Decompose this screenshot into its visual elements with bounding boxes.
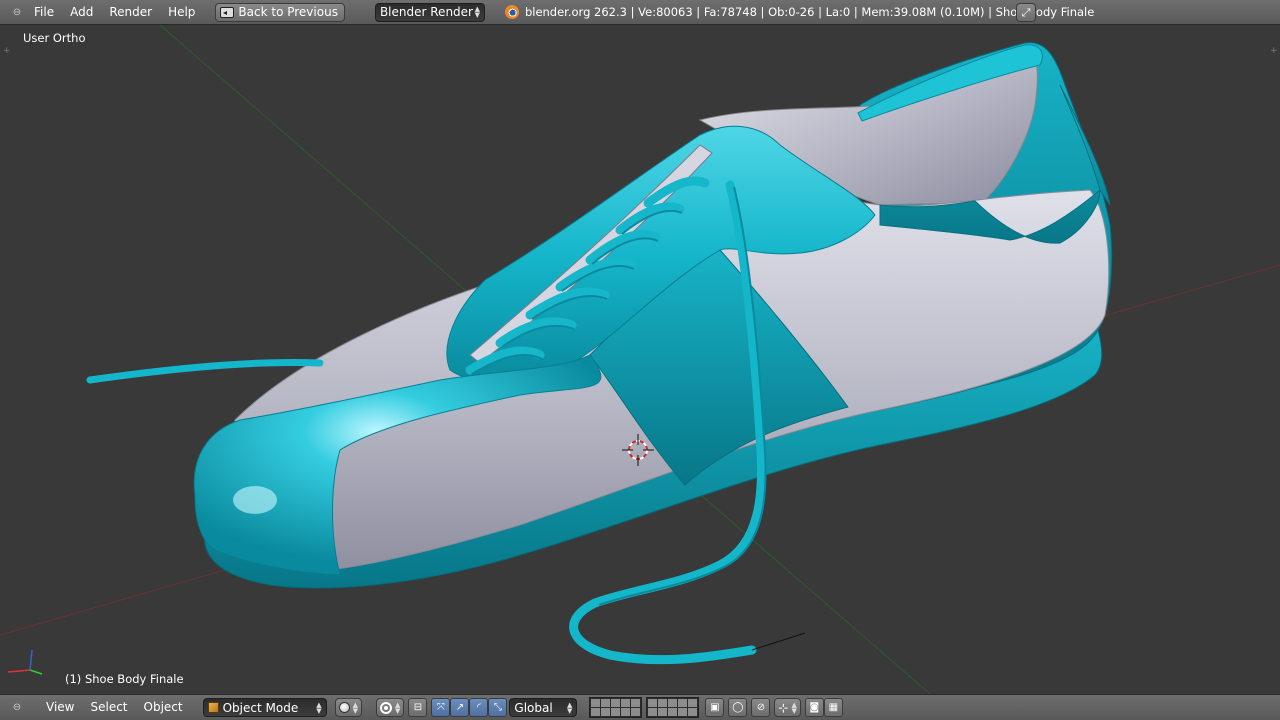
info-header: ⊖ File Add Render Help Back to Previous … (0, 0, 1280, 25)
layer-button[interactable] (678, 699, 688, 707)
proportional-edit-button[interactable]: ◯ (728, 698, 748, 717)
layers-grid-1[interactable] (589, 697, 643, 718)
menu-add[interactable]: Add (62, 0, 101, 25)
menu-render[interactable]: Render (101, 0, 160, 25)
snap-element-icon: ⊹ (778, 700, 789, 715)
layer-button[interactable] (658, 699, 668, 707)
lace-end-line (751, 632, 806, 651)
manipulator-icon: ⤧ (436, 702, 445, 713)
corner-split-icon[interactable]: + (3, 47, 11, 56)
transform-orientation-value: Global (514, 700, 553, 715)
back-to-previous-button[interactable]: Back to Previous (215, 2, 345, 22)
layer-button[interactable] (648, 699, 658, 707)
proportional-toggle-button[interactable]: ⊟ (408, 698, 428, 717)
loose-lace-left (86, 358, 324, 384)
manipulator-toggle-button[interactable]: ⤧ (431, 698, 451, 717)
layer-button[interactable] (648, 708, 658, 716)
blender-logo-icon (504, 5, 519, 19)
scale-icon: ⤡ (493, 702, 502, 713)
render-engine-select[interactable]: Blender Render ▲ ▼ (374, 2, 485, 22)
camera-icon: ◙ (809, 702, 820, 713)
rotate-arc-icon: ◜ (476, 702, 481, 713)
solid-shading-icon (338, 702, 350, 713)
proportional-circle-icon: ◯ (732, 702, 744, 713)
opengl-animation-button[interactable]: ▦ (823, 698, 843, 717)
object-cube-icon (207, 702, 219, 713)
updown-arrows-icon: ▲ ▼ (474, 5, 480, 19)
layer-button[interactable] (621, 708, 631, 716)
snap-magnet-icon: ⊘ (756, 702, 766, 713)
layer-button[interactable] (631, 708, 641, 716)
fullscreen-button[interactable]: ⤢ (1016, 3, 1036, 22)
menu-view[interactable]: View (38, 695, 82, 720)
axis-gizmo-icon (7, 649, 43, 675)
snap-element-select[interactable]: ⊹ ▲ ▼ (774, 698, 801, 717)
layer-button[interactable] (668, 699, 678, 707)
updown-arrows-icon: ▲ ▼ (791, 700, 797, 715)
layer-button[interactable] (591, 708, 601, 716)
layer-button[interactable] (621, 699, 631, 707)
interaction-mode-select[interactable]: Object Mode ▲ ▼ (202, 698, 327, 717)
layer-button[interactable] (611, 699, 621, 707)
layer-button[interactable] (658, 708, 668, 716)
layer-button[interactable] (678, 708, 688, 716)
updown-arrows-icon: ▲ ▼ (395, 700, 401, 715)
active-object-label: (1) Shoe Body Finale (65, 672, 184, 686)
scene-stats-text: blender.org 262.3 | Ve:80063 | Fa:78748 … (524, 5, 1095, 19)
3d-view-header: ⊖ View Select Object Object Mode ▲ ▼ ▲ ▼ ▲… (0, 694, 1280, 720)
proportional-icon: ⊟ (413, 702, 423, 713)
back-to-previous-label: Back to Previous (238, 5, 338, 19)
menu-object[interactable]: Object (136, 695, 191, 720)
3d-viewport[interactable]: User Ortho (1) Shoe Body Finale + + (0, 25, 1280, 694)
scale-manipulator-button[interactable]: ⤡ (488, 698, 508, 717)
translate-manipulator-button[interactable]: ↗ (450, 698, 470, 717)
layer-button[interactable] (601, 699, 611, 707)
translate-arrow-icon: ↗ (455, 702, 465, 713)
header-toggle-icon[interactable]: ⊖ (8, 5, 26, 19)
layers-grid-2[interactable] (646, 697, 700, 718)
viewport-scene (0, 25, 1280, 694)
clapper-icon: ▦ (828, 702, 839, 713)
pivot-point-icon (380, 701, 392, 714)
editor-type-icon[interactable]: ⊖ (8, 701, 26, 715)
layer-button[interactable] (601, 708, 611, 716)
opengl-render-button[interactable]: ◙ (804, 698, 824, 717)
updown-arrows-icon: ▲ ▼ (352, 700, 358, 715)
corner-split-icon-right[interactable]: + (1270, 47, 1278, 56)
menu-file[interactable]: File (26, 0, 62, 25)
menu-select[interactable]: Select (82, 695, 135, 720)
layer-button[interactable] (688, 708, 698, 716)
viewport-shading-select[interactable]: ▲ ▼ (334, 698, 362, 717)
view-name-label: User Ortho (23, 31, 86, 45)
back-icon (220, 6, 235, 18)
scene-stats: blender.org 262.3 | Ve:80063 | Fa:78748 … (504, 5, 1095, 19)
layer-button[interactable] (611, 708, 621, 716)
pivot-point-select[interactable]: ▲ ▼ (376, 698, 405, 717)
transform-orientation-select[interactable]: Global ▲ ▼ (509, 698, 578, 717)
layer-button[interactable] (591, 699, 601, 707)
render-engine-value: Blender Render (379, 5, 473, 19)
fullscreen-icon: ⤢ (1021, 5, 1031, 19)
interaction-mode-value: Object Mode (222, 700, 299, 715)
toe-highlight (233, 486, 277, 514)
lock-camera-button[interactable]: ▣ (705, 698, 725, 717)
layer-button[interactable] (688, 699, 698, 707)
updown-arrows-icon: ▲ ▼ (567, 700, 573, 715)
layer-button[interactable] (668, 708, 678, 716)
rotate-manipulator-button[interactable]: ◜ (469, 698, 489, 717)
snap-toggle-button[interactable]: ⊘ (751, 698, 771, 717)
updown-arrows-icon: ▲ ▼ (316, 700, 322, 715)
menu-help[interactable]: Help (160, 0, 203, 25)
layer-button[interactable] (631, 699, 641, 707)
lock-icon: ▣ (710, 702, 720, 713)
